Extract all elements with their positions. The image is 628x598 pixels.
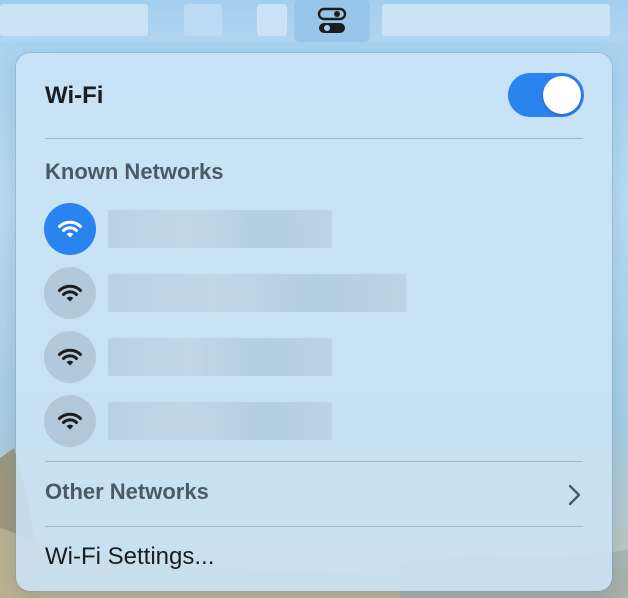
network-icon-connected [44, 203, 96, 255]
known-networks-header: Known Networks [45, 159, 224, 184]
wifi-icon [58, 412, 82, 430]
network-icon [44, 267, 96, 319]
network-row[interactable] [44, 266, 590, 320]
chevron-right-icon[interactable] [567, 483, 583, 507]
network-name-redacted [108, 402, 332, 440]
wifi-icon [58, 220, 82, 238]
menu-bar-item-blurred[interactable] [0, 4, 148, 36]
network-name-redacted [108, 210, 332, 248]
network-name-redacted [108, 338, 332, 376]
wifi-icon [58, 284, 82, 302]
menu-bar-item-blurred[interactable] [382, 4, 610, 36]
other-networks-item[interactable]: Other Networks [45, 479, 209, 505]
divider [45, 526, 583, 527]
network-row[interactable] [44, 202, 590, 256]
network-icon [44, 331, 96, 383]
control-center-button[interactable] [294, 0, 370, 42]
wifi-menu-panel: Wi-Fi Known Networks Other Networks Wi-F… [16, 53, 612, 591]
wifi-title: Wi-Fi [45, 82, 104, 109]
network-row[interactable] [44, 394, 590, 448]
network-row[interactable] [44, 330, 590, 384]
control-center-toggles-icon [317, 7, 347, 33]
wifi-settings-item[interactable]: Wi-Fi Settings... [45, 543, 214, 571]
network-icon [44, 395, 96, 447]
menu-bar-item-blurred[interactable] [257, 4, 287, 36]
network-name-redacted [108, 274, 406, 312]
menu-bar [0, 0, 628, 42]
wifi-icon [58, 348, 82, 366]
divider [45, 461, 583, 462]
divider [45, 138, 583, 139]
toggle-knob [543, 76, 581, 114]
wifi-toggle[interactable] [508, 73, 584, 117]
menu-bar-item-blurred[interactable] [184, 4, 222, 36]
